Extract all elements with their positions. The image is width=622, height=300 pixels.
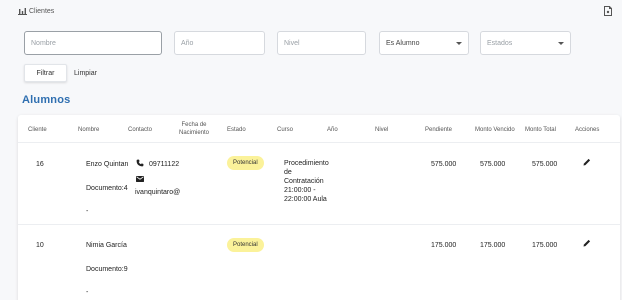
cell-monto-vencido: 175.000 — [480, 242, 506, 249]
chart-icon — [18, 8, 27, 15]
cell-curso-line2: de — [284, 169, 292, 176]
header-pendiente[interactable]: Pendiente — [425, 126, 452, 134]
filter-button[interactable]: Filtrar — [24, 64, 67, 82]
cell-cliente: 16 — [36, 161, 44, 168]
clear-button[interactable]: Limpiar — [74, 64, 97, 82]
chevron-down-icon — [558, 41, 564, 45]
nombre-input[interactable]: Nombre — [24, 31, 162, 55]
phone-icon — [136, 159, 144, 167]
header-cliente[interactable]: Cliente — [28, 126, 47, 134]
header-monto-vencido[interactable]: Monto Vencido — [475, 126, 515, 134]
cell-nombre: Enzo Quintana — [86, 161, 128, 168]
cell-telefono[interactable]: 09711122 — [149, 160, 179, 169]
header-nombre[interactable]: Nombre — [78, 126, 99, 134]
header-nivel[interactable]: Nivel — [375, 126, 388, 134]
status-badge: Potencial — [227, 238, 264, 252]
chevron-down-icon — [456, 41, 462, 45]
section-title: Alumnos — [22, 94, 71, 106]
cell-pendiente: 575.000 — [431, 161, 457, 168]
cell-dash: - — [86, 289, 89, 296]
cell-email[interactable]: ivanquintaro@ — [135, 188, 180, 197]
cell-monto-total: 575.000 — [532, 161, 558, 168]
header-divider — [18, 142, 620, 143]
anio-input[interactable]: Año — [174, 31, 265, 55]
nivel-input[interactable]: Nivel — [277, 31, 366, 55]
cell-curso-line4: 21:00:00 - — [284, 187, 316, 194]
edit-icon[interactable] — [583, 239, 591, 247]
header-fecha-nacimiento[interactable]: Fecha de Nacimiento — [176, 121, 212, 137]
header-contacto[interactable]: Contacto — [128, 126, 152, 134]
nombre-placeholder: Nombre — [31, 39, 56, 47]
estados-placeholder: Estados — [487, 39, 513, 47]
breadcrumb[interactable]: Clientes — [18, 7, 54, 15]
estados-select[interactable]: Estados — [480, 31, 571, 55]
header-anio[interactable]: Año — [327, 126, 338, 134]
cell-pendiente: 175.000 — [431, 242, 457, 249]
cell-dash: - — [86, 208, 89, 215]
header-curso[interactable]: Curso — [277, 126, 293, 134]
status-badge: Potencial — [227, 156, 264, 170]
nivel-placeholder: Nivel — [284, 39, 300, 47]
header-estado[interactable]: Estado — [227, 126, 246, 134]
cell-curso-line1: Procedimiento — [284, 160, 329, 167]
anio-placeholder: Año — [181, 39, 194, 47]
edit-icon[interactable] — [583, 158, 591, 166]
alumno-select[interactable]: Es Alumno — [379, 31, 469, 55]
cell-documento: Documento:48 — [86, 185, 128, 192]
header-monto-total[interactable]: Monto Total — [525, 126, 556, 134]
pdf-icon[interactable] — [604, 6, 612, 18]
cell-cliente: 10 — [36, 242, 44, 249]
cell-curso-line5: 22:00:00 Aula — [284, 196, 327, 203]
header-acciones: Acciones — [575, 127, 600, 133]
alumno-select-value: Es Alumno — [386, 39, 420, 47]
cell-monto-total: 175.000 — [532, 242, 558, 249]
cell-curso-line3: Contratación — [284, 178, 324, 185]
cell-monto-vencido: 575.000 — [480, 161, 506, 168]
breadcrumb-label: Clientes — [29, 7, 55, 15]
students-table: Cliente Nombre Contacto Fecha de Nacimie… — [18, 115, 620, 300]
cell-nombre: Nimia García — [86, 242, 127, 249]
mail-icon — [136, 176, 144, 182]
cell-documento: Documento:99 — [86, 266, 128, 273]
row-divider — [18, 224, 620, 225]
